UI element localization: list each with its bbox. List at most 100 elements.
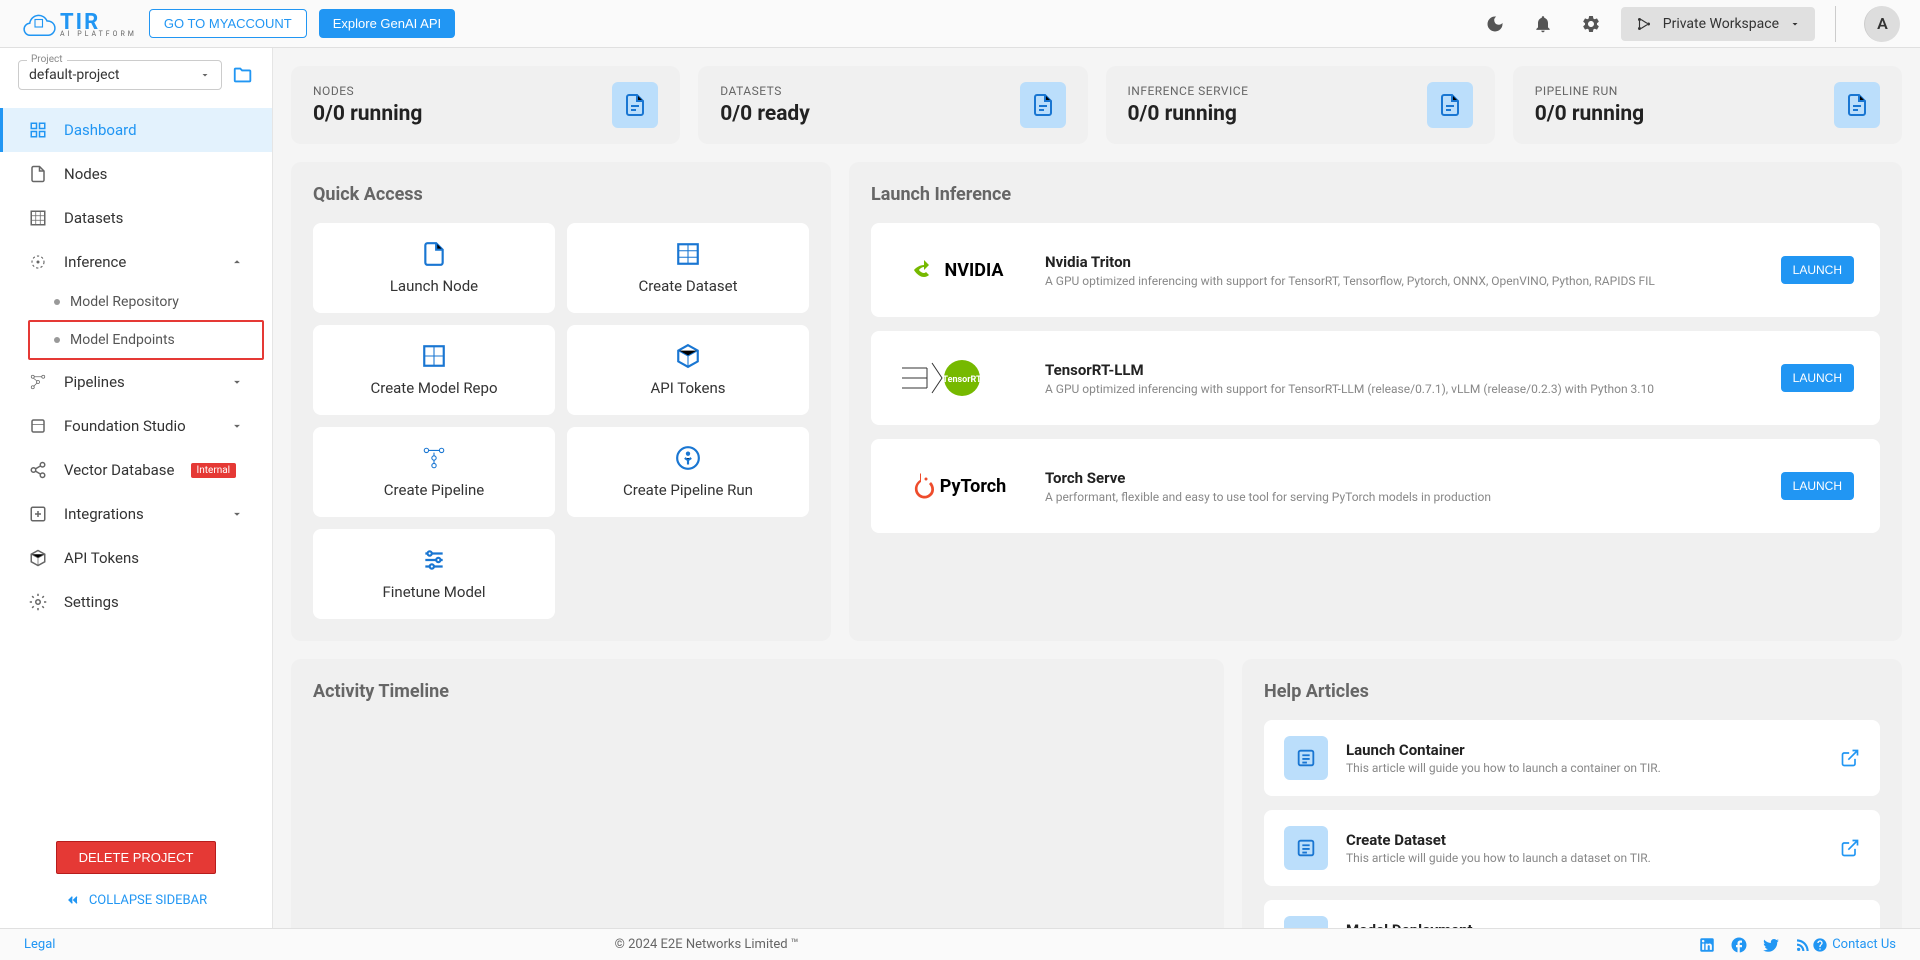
launch-button[interactable]: LAUNCH [1781,256,1854,284]
article-icon [1284,916,1328,928]
chevron-down-icon [199,69,211,81]
project-label: Project [27,54,67,65]
sidebar-item-integrations[interactable]: Integrations [0,492,272,536]
help-card: Model DeploymentThis article will guide … [1264,900,1880,928]
copyright: © 2024 E2E Networks Limited ™ [55,937,1358,952]
document-icon [1834,82,1880,128]
sidebar-item-model-endpoints[interactable]: Model Endpoints [28,320,264,360]
bell-icon[interactable] [1525,6,1561,42]
cloud-icon [20,6,56,42]
legal-link[interactable]: Legal [24,937,55,952]
sidebar-item-pipelines[interactable]: Pipelines [0,360,272,404]
pipeline-icon [28,372,48,392]
stat-card-datasets[interactable]: DATASETS0/0 ready [698,66,1087,144]
footer: Legal © 2024 E2E Networks Limited ™ Cont… [0,928,1920,960]
qa-launch-node[interactable]: Launch Node [313,223,555,313]
help-card: Launch ContainerThis article will guide … [1264,720,1880,796]
stat-card-inference[interactable]: INFERENCE SERVICE0/0 running [1106,66,1495,144]
sidebar-item-nodes[interactable]: Nodes [0,152,272,196]
workspace-name: Private Workspace [1663,16,1779,32]
article-icon [1284,736,1328,780]
chevron-up-icon [230,255,244,269]
sidebar-item-label: Pipelines [64,373,125,391]
avatar[interactable]: A [1864,6,1900,42]
table-icon [28,208,48,228]
pipeline-icon [421,445,447,471]
sidebar-item-inference[interactable]: Inference [0,240,272,284]
qa-create-pipeline-run[interactable]: Create Pipeline Run [567,427,809,517]
linkedin-icon[interactable] [1698,936,1716,954]
panel-title: Help Articles [1264,681,1880,702]
logo-subtitle: AI PLATFORM [60,30,137,38]
delete-project-button[interactable]: DELETE PROJECT [56,841,217,874]
sidebar-item-foundation-studio[interactable]: Foundation Studio [0,404,272,448]
chevron-left-icon [65,892,81,908]
file-icon [421,241,447,267]
chevron-down-icon [230,375,244,389]
help-card: Create DatasetThis article will guide yo… [1264,810,1880,886]
stats-row: NODES0/0 running DATASETS0/0 ready INFER… [291,66,1902,144]
stat-card-pipeline[interactable]: PIPELINE RUN0/0 running [1513,66,1902,144]
sidebar-item-model-repository[interactable]: Model Repository [0,284,272,320]
gear-icon [28,592,48,612]
cube-icon [28,548,48,568]
panel-title: Quick Access [313,184,809,205]
sidebar-item-label: Model Endpoints [70,332,175,348]
qa-create-model-repo[interactable]: Create Model Repo [313,325,555,415]
workspace-icon [1635,15,1653,33]
explore-genai-button[interactable]: Explore GenAI API [319,9,455,38]
topbar: TIR AI PLATFORM GO TO MYACCOUNT Explore … [0,0,1920,48]
qa-api-tokens[interactable]: API Tokens [567,325,809,415]
rss-icon[interactable] [1794,936,1812,954]
run-icon [675,445,701,471]
bullet-icon [54,299,60,305]
logo[interactable]: TIR AI PLATFORM [20,6,137,42]
collapse-sidebar-button[interactable]: COLLAPSE SIDEBAR [20,892,252,908]
inference-card-triton: NVIDIA Nvidia TritonA GPU optimized infe… [871,223,1880,317]
twitter-icon[interactable] [1762,936,1780,954]
panel-title: Launch Inference [871,184,1880,205]
help-icon [1812,937,1828,953]
dark-mode-icon[interactable] [1477,6,1513,42]
pytorch-logo: PyTorch [897,461,1017,511]
stat-card-nodes[interactable]: NODES0/0 running [291,66,680,144]
sidebar-item-label: Datasets [64,209,123,227]
nvidia-logo: NVIDIA [897,245,1017,295]
project-select[interactable]: Project default-project [18,60,222,90]
external-link-icon[interactable] [1840,748,1860,768]
launch-button[interactable]: LAUNCH [1781,472,1854,500]
sidebar-item-settings[interactable]: Settings [0,580,272,624]
sidebar-item-label: Integrations [64,505,144,523]
file-icon [28,164,48,184]
sidebar-item-label: Vector Database [64,461,175,479]
quick-access-panel: Quick Access Launch Node Create Dataset … [291,162,831,641]
sidebar-item-datasets[interactable]: Datasets [0,196,272,240]
sidebar-item-api-tokens[interactable]: API Tokens [0,536,272,580]
qa-finetune-model[interactable]: Finetune Model [313,529,555,619]
svg-text:TensorRT: TensorRT [942,375,982,385]
chevron-down-icon [1789,18,1801,30]
contact-us-link[interactable]: Contact Us [1812,937,1896,953]
sidebar-item-label: Inference [64,253,126,271]
workspace-selector[interactable]: Private Workspace [1621,7,1815,41]
bullet-icon [54,337,60,343]
facebook-icon[interactable] [1730,936,1748,954]
qa-create-pipeline[interactable]: Create Pipeline [313,427,555,517]
launch-button[interactable]: LAUNCH [1781,364,1854,392]
document-icon [1020,82,1066,128]
folder-icon[interactable] [232,64,254,86]
qa-create-dataset[interactable]: Create Dataset [567,223,809,313]
inference-card-torchserve: PyTorch Torch ServeA performant, flexibl… [871,439,1880,533]
chevron-down-icon [230,419,244,433]
project-value: default-project [29,67,120,83]
article-icon [1284,826,1328,870]
myaccount-button[interactable]: GO TO MYACCOUNT [149,9,307,38]
gear-icon[interactable] [1573,6,1609,42]
database-icon [28,416,48,436]
internal-badge: Internal [191,463,237,478]
table-icon [421,343,447,369]
sidebar-item-dashboard[interactable]: Dashboard [0,108,272,152]
sidebar-item-vector-database[interactable]: Vector Database Internal [0,448,272,492]
external-link-icon[interactable] [1840,838,1860,858]
sidebar-item-label: API Tokens [64,549,139,567]
